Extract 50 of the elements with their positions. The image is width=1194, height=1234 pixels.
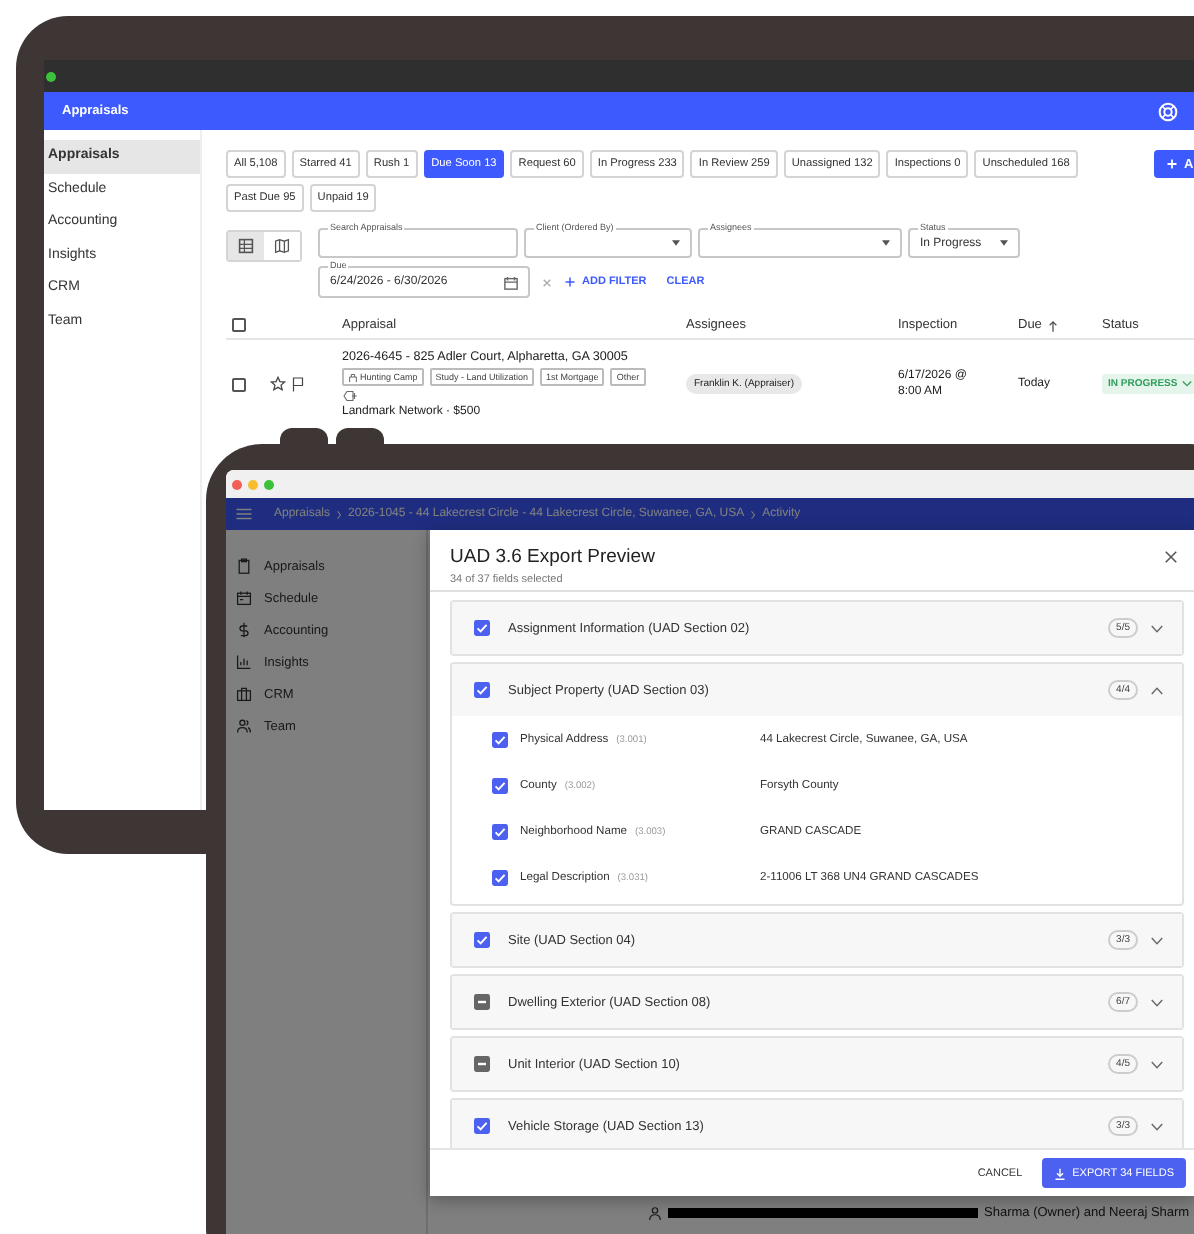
select-all-checkbox[interactable] bbox=[232, 318, 246, 332]
window-dot[interactable] bbox=[232, 479, 242, 489]
calendar-icon bbox=[504, 275, 518, 289]
section-checkbox[interactable] bbox=[474, 1118, 490, 1134]
caret-down-icon bbox=[882, 240, 890, 246]
section-checkbox[interactable] bbox=[474, 620, 490, 636]
field-checkbox[interactable] bbox=[492, 777, 508, 793]
chevron-down-icon[interactable] bbox=[1150, 1059, 1164, 1069]
chevron-right-icon bbox=[750, 509, 757, 519]
window-dot[interactable] bbox=[248, 479, 258, 489]
map-icon bbox=[274, 238, 290, 254]
chevron-down-icon[interactable] bbox=[1150, 623, 1164, 633]
window-dot bbox=[46, 71, 56, 81]
section-checkbox[interactable] bbox=[474, 932, 490, 948]
flag-icon[interactable] bbox=[292, 376, 304, 392]
plus-icon bbox=[1166, 158, 1178, 170]
chevron-down-icon[interactable] bbox=[1150, 1121, 1164, 1131]
section-checkbox[interactable] bbox=[474, 682, 490, 698]
grid-icon bbox=[238, 238, 254, 254]
close-icon[interactable] bbox=[1164, 550, 1178, 564]
calendar-icon[interactable] bbox=[236, 590, 252, 606]
section-checkbox[interactable] bbox=[474, 1056, 490, 1072]
window-dot[interactable] bbox=[264, 479, 274, 489]
download-icon bbox=[1054, 1167, 1067, 1179]
add-tag-icon[interactable] bbox=[342, 390, 358, 402]
chevron-down-icon bbox=[1181, 380, 1192, 388]
plus-icon bbox=[564, 276, 576, 288]
caret-down-icon bbox=[1000, 240, 1008, 246]
star-icon[interactable] bbox=[270, 376, 286, 392]
briefcase-icon[interactable] bbox=[236, 686, 252, 702]
dialog-title: UAD 3.6 Export Preview bbox=[450, 546, 655, 568]
row-checkbox[interactable] bbox=[232, 377, 246, 391]
chart-icon[interactable] bbox=[236, 654, 252, 670]
chevron-down-icon[interactable] bbox=[1150, 935, 1164, 945]
chevron-right-icon bbox=[336, 509, 343, 519]
field-checkbox[interactable] bbox=[492, 731, 508, 747]
field-checkbox[interactable] bbox=[492, 823, 508, 839]
chevron-down-icon[interactable] bbox=[1150, 997, 1164, 1007]
person-icon bbox=[648, 1206, 662, 1220]
people-icon[interactable] bbox=[236, 718, 252, 734]
arrow-up-icon[interactable] bbox=[1047, 319, 1058, 331]
caret-down-icon bbox=[672, 240, 680, 246]
section-checkbox[interactable] bbox=[474, 994, 490, 1010]
dollar-icon[interactable] bbox=[236, 622, 252, 638]
field-checkbox[interactable] bbox=[492, 869, 508, 885]
clipboard-icon[interactable] bbox=[236, 558, 252, 574]
help-icon[interactable] bbox=[1158, 101, 1178, 121]
menu-icon[interactable] bbox=[236, 508, 252, 520]
chevron-up-icon[interactable] bbox=[1150, 685, 1164, 695]
table-view-button[interactable] bbox=[228, 232, 264, 260]
